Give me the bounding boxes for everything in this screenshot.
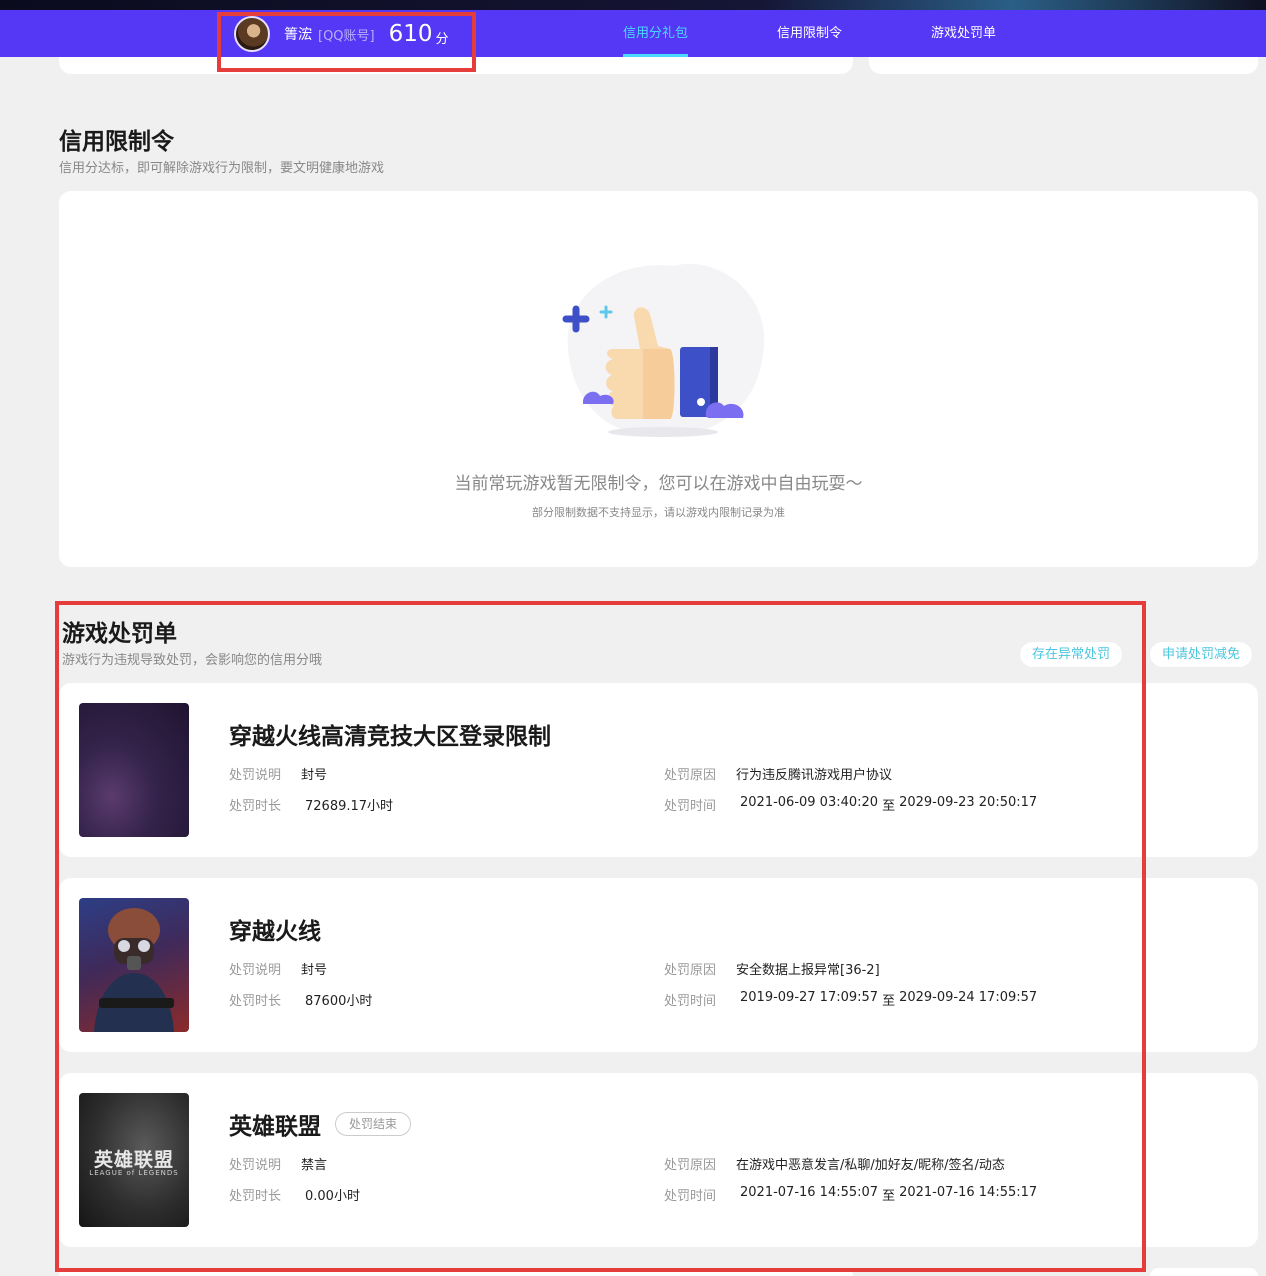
penalty-card: 穿越火线高清竞技大区登录限制 处罚说明 封号 处罚时长 72689.17小时 处… xyxy=(59,683,1258,857)
penalty-section-subtitle: 游戏行为违规导致处罚，会影响您的信用分哦 xyxy=(62,653,323,668)
penalty-time-label: 处罚时间 xyxy=(664,994,717,1009)
abnormal-penalty-button[interactable]: 存在异常处罚 xyxy=(1019,641,1124,668)
penalty-time-row: 处罚时间 2019-09-27 17:09:57 至 2029-09-24 17… xyxy=(664,990,1037,1009)
game-thumbnail xyxy=(79,703,189,837)
penalty-reason-value: 在游戏中恶意发言/私聊/加好友/昵称/签名/动态 xyxy=(736,1158,1005,1173)
apply-penalty-reduction-button[interactable]: 申请处罚减免 xyxy=(1149,641,1254,668)
penalty-desc-row: 处罚说明 禁言 xyxy=(229,1154,327,1173)
account-type-label: [QQ账号] xyxy=(318,28,375,44)
penalty-time-label: 处罚时间 xyxy=(664,799,717,814)
penalty-reason-row: 处罚原因 行为违反腾讯游戏用户协议 xyxy=(664,764,892,783)
penalty-time-to: 至 xyxy=(882,994,896,1009)
penalty-time-start: 2021-07-16 14:55:07 xyxy=(740,1185,879,1200)
penalty-duration-label: 处罚时长 xyxy=(229,994,282,1009)
penalty-duration-value: 72689.17小时 xyxy=(305,799,394,814)
user-info: 箐浤 [QQ账号] 610 分 xyxy=(234,16,449,52)
top-navbar: 箐浤 [QQ账号] 610 分 信用分礼包 信用限制令 游戏处罚单 xyxy=(0,10,1266,57)
penalty-duration-value: 0.00小时 xyxy=(305,1189,360,1204)
penalty-game-name: 英雄联盟 处罚结束 xyxy=(229,1107,412,1141)
penalty-reason-value: 安全数据上报异常[36-2] xyxy=(736,963,880,978)
empty-state-text: 当前常玩游戏暂无限制令，您可以在游戏中自由玩耍～ xyxy=(454,474,863,494)
next-card-peek-left xyxy=(59,1268,853,1276)
penalty-desc-value: 禁言 xyxy=(301,1158,328,1173)
penalty-desc-value: 封号 xyxy=(301,768,328,783)
penalty-time-to: 至 xyxy=(882,799,896,814)
restriction-section-subtitle: 信用分达标，即可解除游戏行为限制，要文明健康地游戏 xyxy=(59,161,385,176)
penalty-game-name: 穿越火线 xyxy=(229,912,321,946)
tab-credit-restriction[interactable]: 信用限制令 xyxy=(777,10,842,57)
penalty-reason-label: 处罚原因 xyxy=(664,963,717,978)
penalty-reason-row: 处罚原因 在游戏中恶意发言/私聊/加好友/昵称/签名/动态 xyxy=(664,1154,1005,1173)
penalty-time-to: 至 xyxy=(882,1189,896,1204)
penalty-duration-label: 处罚时长 xyxy=(229,1189,282,1204)
penalty-desc-value: 封号 xyxy=(301,963,328,978)
user-avatar[interactable] xyxy=(234,16,270,52)
credit-score: 610 xyxy=(388,21,433,47)
empty-state-note: 部分限制数据不支持显示，请以游戏内限制记录为准 xyxy=(532,506,785,519)
user-nickname: 箐浤 xyxy=(284,27,312,43)
soldier-gasmask-icon xyxy=(94,908,174,1032)
penalty-reason-value: 行为违反腾讯游戏用户协议 xyxy=(736,768,893,783)
penalty-time-end: 2029-09-24 17:09:57 xyxy=(899,990,1038,1005)
game-logo-subtext: LEAGUE of LEGENDS xyxy=(89,1169,179,1177)
game-thumbnail: 英雄联盟 LEAGUE of LEGENDS xyxy=(79,1093,189,1227)
penalty-time-start: 2021-06-09 03:40:20 xyxy=(740,795,879,810)
penalty-card: 英雄联盟 LEAGUE of LEGENDS 英雄联盟 处罚结束 处罚说明 禁言… xyxy=(59,1073,1258,1247)
tab-credit-gift[interactable]: 信用分礼包 xyxy=(623,10,689,57)
penalty-reason-row: 处罚原因 安全数据上报异常[36-2] xyxy=(664,959,880,978)
penalty-game-name: 穿越火线高清竞技大区登录限制 xyxy=(229,717,551,751)
credit-score-unit: 分 xyxy=(435,31,449,47)
penalty-time-end: 2021-07-16 14:55:17 xyxy=(899,1185,1038,1200)
penalty-time-row: 处罚时间 2021-07-16 14:55:07 至 2021-07-16 14… xyxy=(664,1185,1037,1204)
penalty-duration-value: 87600小时 xyxy=(305,994,373,1009)
penalty-desc-label: 处罚说明 xyxy=(229,963,282,978)
penalty-duration-label: 处罚时长 xyxy=(229,799,282,814)
game-logo-text: 英雄联盟 xyxy=(93,1149,174,1171)
penalty-card: 穿越火线 处罚说明 封号 处罚时长 87600小时 处罚原因 安全数据上报异常[… xyxy=(59,878,1258,1052)
penalty-time-start: 2019-09-27 17:09:57 xyxy=(740,990,879,1005)
game-thumbnail xyxy=(79,898,189,1032)
top-card-left-edge xyxy=(59,57,853,74)
game-title-text: 穿越火线 xyxy=(229,919,321,945)
thumbs-up-illustration-icon xyxy=(562,263,765,437)
next-card-peek-right xyxy=(1150,1268,1258,1276)
penalty-desc-row: 处罚说明 封号 xyxy=(229,764,327,783)
penalty-reason-label: 处罚原因 xyxy=(664,1158,717,1173)
game-title-text: 穿越火线高清竞技大区登录限制 xyxy=(229,724,551,750)
penalty-reason-label: 处罚原因 xyxy=(664,768,717,783)
penalty-duration-row: 处罚时长 87600小时 xyxy=(229,990,372,1009)
penalty-status-badge: 处罚结束 xyxy=(335,1112,412,1136)
penalty-desc-label: 处罚说明 xyxy=(229,768,282,783)
penalty-desc-label: 处罚说明 xyxy=(229,1158,282,1173)
penalty-time-end: 2029-09-23 20:50:17 xyxy=(899,795,1038,810)
penalty-desc-row: 处罚说明 封号 xyxy=(229,959,327,978)
penalty-duration-row: 处罚时长 72689.17小时 xyxy=(229,795,393,814)
penalty-section-title: 游戏处罚单 xyxy=(62,621,177,647)
game-title-text: 英雄联盟 xyxy=(229,1114,321,1140)
penalty-time-label: 处罚时间 xyxy=(664,1189,717,1204)
top-card-right-edge xyxy=(869,57,1258,74)
restriction-section-title: 信用限制令 xyxy=(59,129,174,155)
window-top-strip xyxy=(0,0,1266,10)
penalty-time-row: 处罚时间 2021-06-09 03:40:20 至 2029-09-23 20… xyxy=(664,795,1037,814)
penalty-duration-row: 处罚时长 0.00小时 xyxy=(229,1185,360,1204)
tab-game-penalty[interactable]: 游戏处罚单 xyxy=(931,10,996,57)
